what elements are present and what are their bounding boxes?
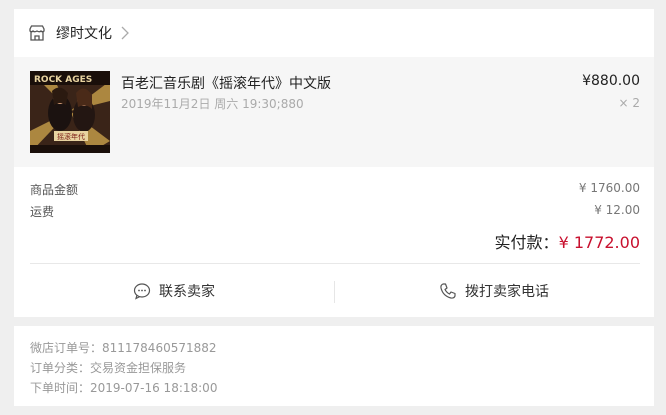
poster-title-text: ROCK AGES — [34, 75, 92, 85]
paid-amount: ¥ 1772.00 — [558, 233, 640, 252]
contact-seller-button[interactable]: 联系卖家 — [14, 271, 334, 311]
item-subtitle: 2019年11月2日 周六 19:30;880 — [121, 97, 304, 111]
item-price: ¥880.00 — [582, 73, 640, 89]
contact-seller-label: 联系卖家 — [159, 284, 215, 300]
shipping-value: ¥ 12.00 — [594, 203, 640, 217]
item-title: 百老汇音乐剧《摇滚年代》中文版 — [121, 76, 331, 92]
chat-icon — [133, 283, 151, 300]
action-separator — [334, 281, 335, 303]
order-category: 订单分类：交易资金担保服务 — [30, 361, 187, 375]
divider — [30, 263, 640, 264]
call-seller-label: 拨打卖家电话 — [465, 284, 549, 300]
shop-name: 缪时文化 — [56, 26, 112, 42]
shipping-label: 运费 — [30, 205, 55, 219]
shipping-row: 运费 ¥ 12.00 — [14, 203, 654, 225]
order-time: 下单时间：2019-07-16 18:18:00 — [30, 381, 218, 395]
store-icon — [29, 25, 45, 41]
goods-item[interactable]: ROCK AGES 摇滚年代 百老汇音乐剧《摇滚年代》中文版 2019年11月2… — [14, 57, 654, 167]
phone-icon — [440, 283, 456, 299]
poster-subtitle-text: 摇滚年代 — [57, 132, 85, 141]
order-card: 缪时文化 ROCK AGES 摇滚年代 百老汇音乐剧《摇滚年代》中文版 2019… — [14, 9, 654, 317]
chevron-right-icon — [121, 26, 129, 40]
price-summary: 商品金额 ¥ 1760.00 运费 ¥ 12.00 — [14, 181, 654, 225]
shop-header[interactable]: 缪时文化 — [14, 9, 654, 57]
order-info-card: 微店订单号：811178460571882 订单分类：交易资金担保服务 下单时间… — [14, 326, 654, 406]
item-quantity: × 2 — [618, 96, 640, 110]
paid-total: 实付款：¥ 1772.00 — [495, 229, 640, 253]
goods-amount-label: 商品金额 — [30, 183, 79, 197]
goods-amount-value: ¥ 1760.00 — [578, 181, 640, 195]
goods-amount-row: 商品金额 ¥ 1760.00 — [14, 181, 654, 203]
call-seller-button[interactable]: 拨打卖家电话 — [334, 271, 654, 311]
paid-label: 实付款： — [494, 233, 559, 252]
product-image: ROCK AGES 摇滚年代 — [30, 71, 110, 153]
order-number: 微店订单号：811178460571882 — [30, 341, 217, 355]
